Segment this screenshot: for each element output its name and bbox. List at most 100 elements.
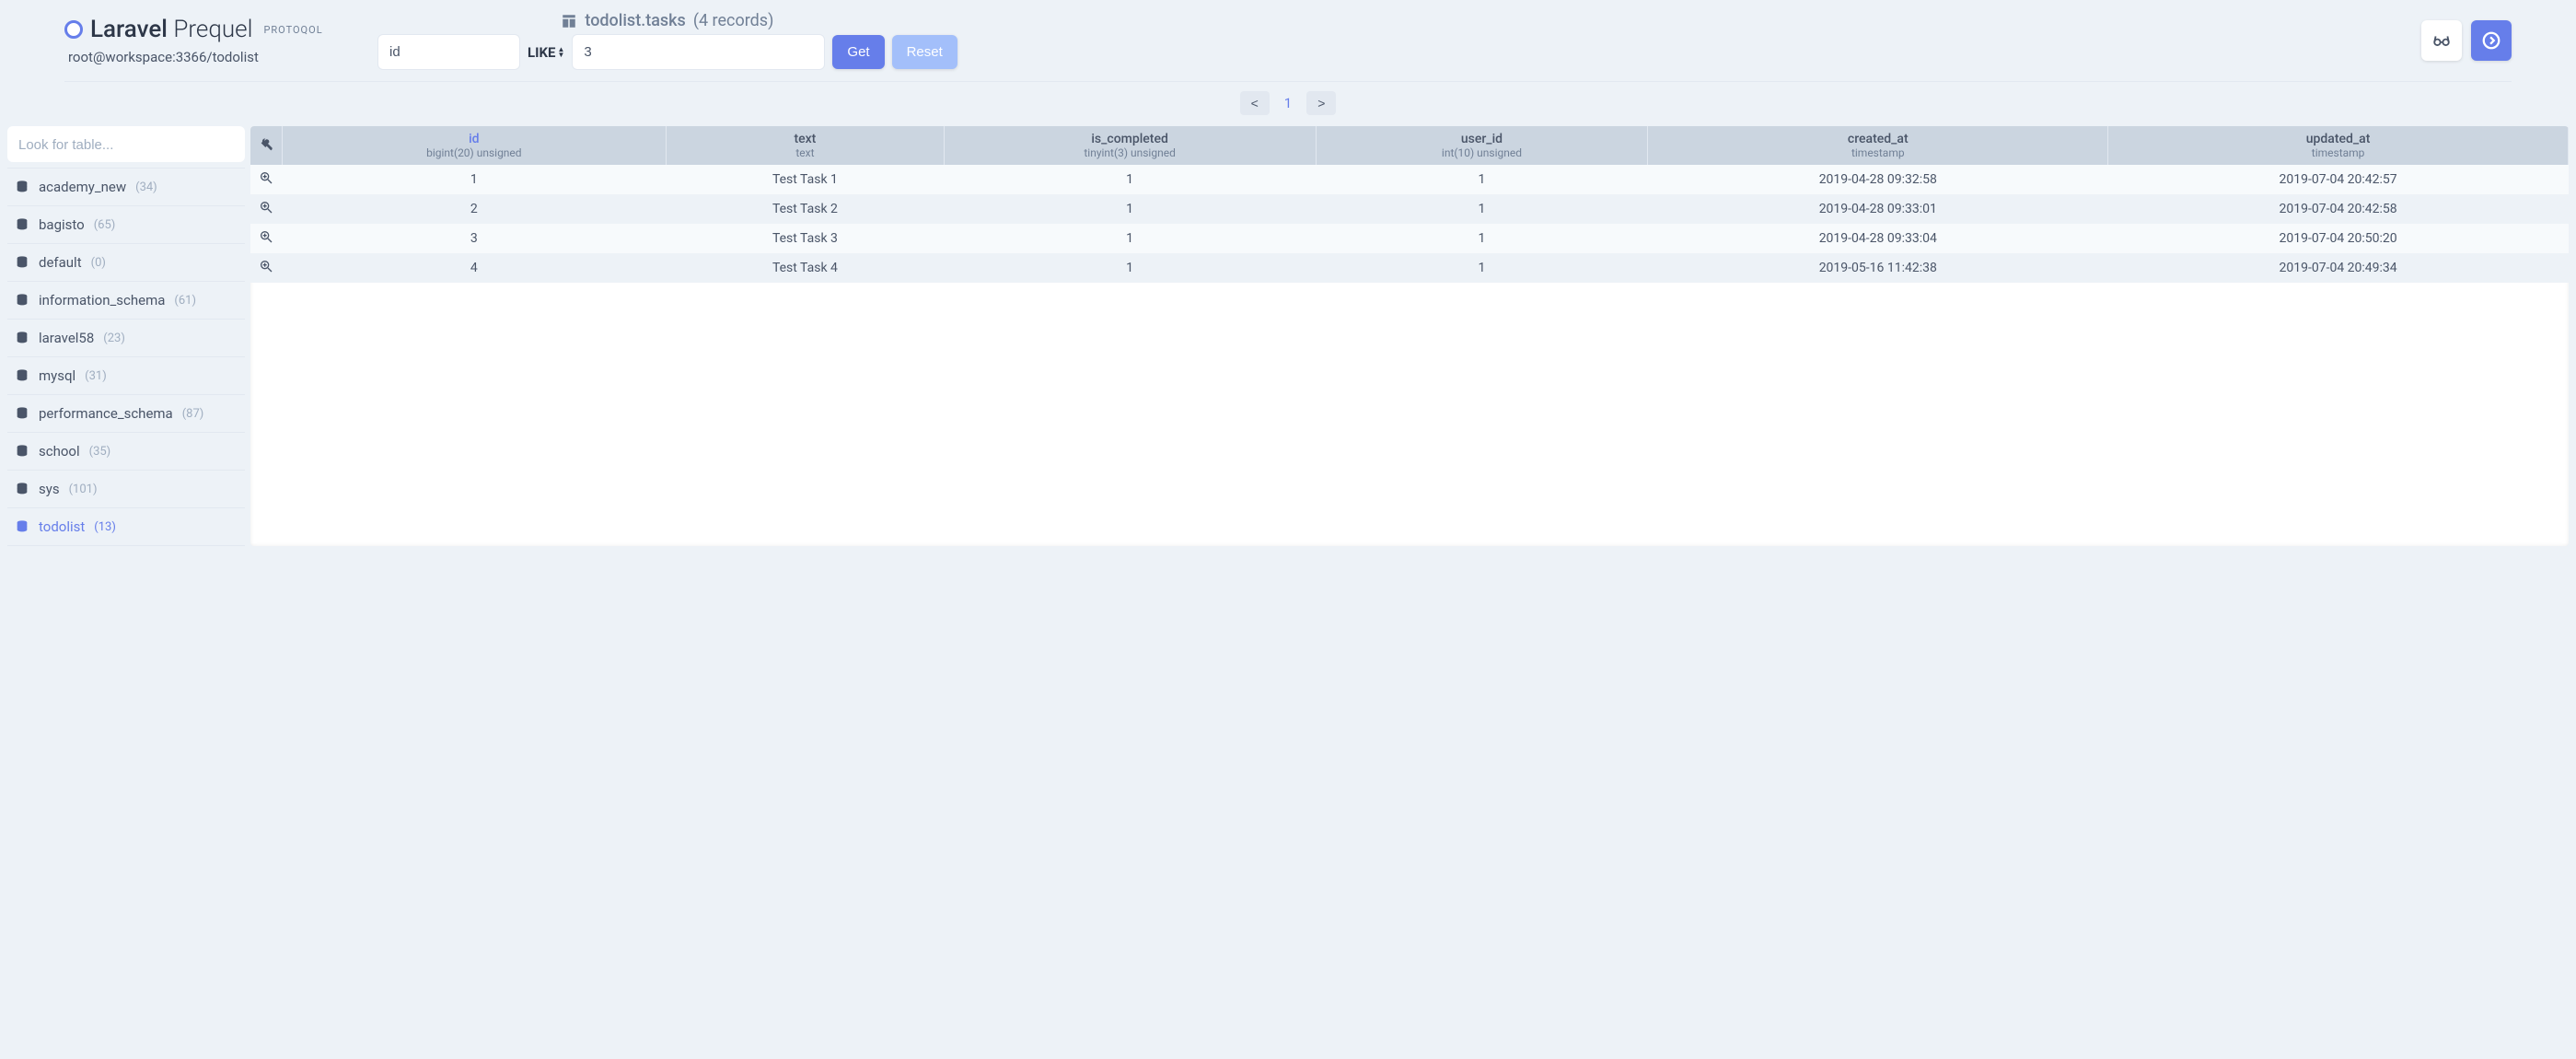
inspect-icon bbox=[259, 200, 273, 215]
sidebar-item-bagisto[interactable]: bagisto (65) bbox=[7, 206, 245, 244]
db-count: (87) bbox=[182, 407, 204, 421]
row-inspect-button[interactable] bbox=[250, 165, 282, 194]
cell-is_completed: 1 bbox=[944, 224, 1316, 253]
cell-updated_at: 2019-07-04 20:42:58 bbox=[2108, 194, 2569, 224]
db-count: (13) bbox=[94, 520, 116, 534]
reset-button[interactable]: Reset bbox=[892, 35, 957, 69]
row-inspect-button[interactable] bbox=[250, 194, 282, 224]
search-input[interactable] bbox=[18, 137, 234, 153]
run-button[interactable] bbox=[2471, 20, 2512, 61]
data-table: idbigint(20) unsignedtexttextis_complete… bbox=[250, 126, 2569, 283]
column-header-updated_at[interactable]: updated_attimestamp bbox=[2108, 126, 2569, 165]
cell-id: 2 bbox=[282, 194, 667, 224]
cell-user_id: 1 bbox=[1316, 165, 1648, 194]
table-row[interactable]: 3Test Task 3112019-04-28 09:33:042019-07… bbox=[250, 224, 2569, 253]
db-name: bagisto bbox=[39, 216, 85, 233]
database-icon bbox=[15, 217, 29, 232]
db-count: (31) bbox=[85, 369, 107, 383]
column-header-user_id[interactable]: user_idint(10) unsigned bbox=[1316, 126, 1648, 165]
sidebar-item-todolist[interactable]: todolist (13) bbox=[7, 508, 245, 546]
readonly-toggle-button[interactable] bbox=[2421, 20, 2462, 61]
table-header-row: idbigint(20) unsignedtexttextis_complete… bbox=[250, 126, 2569, 165]
cell-created_at: 2019-04-28 09:33:01 bbox=[1648, 194, 2108, 224]
inspect-icon bbox=[259, 259, 273, 273]
column-header-is_completed[interactable]: is_completedtinyint(3) unsigned bbox=[944, 126, 1316, 165]
page-number: 1 bbox=[1275, 91, 1301, 115]
db-name: default bbox=[39, 254, 82, 271]
cell-created_at: 2019-05-16 11:42:38 bbox=[1648, 253, 2108, 283]
db-count: (23) bbox=[103, 332, 125, 345]
cell-user_id: 1 bbox=[1316, 253, 1648, 283]
filter-row: LIKE ▲▼ Get Reset bbox=[377, 34, 957, 70]
cell-id: 4 bbox=[282, 253, 667, 283]
glasses-icon bbox=[2431, 30, 2452, 51]
chevron-right-circle-icon bbox=[2481, 30, 2501, 51]
tools-column-header bbox=[250, 126, 282, 165]
connection-string: root@workspace:3366/todolist bbox=[68, 49, 359, 65]
sidebar-item-mysql[interactable]: mysql (31) bbox=[7, 357, 245, 395]
row-inspect-button[interactable] bbox=[250, 224, 282, 253]
database-icon bbox=[15, 444, 29, 459]
inspect-icon bbox=[259, 229, 273, 244]
cell-id: 1 bbox=[282, 165, 667, 194]
db-name: mysql bbox=[39, 367, 75, 384]
column-header-id[interactable]: idbigint(20) unsigned bbox=[282, 126, 667, 165]
sidebar-item-performance_schema[interactable]: performance_schema (87) bbox=[7, 395, 245, 433]
table-title: todolist.tasks (4 records) bbox=[561, 11, 773, 30]
filter-value-input[interactable] bbox=[572, 34, 825, 70]
brand-title: Laravel Prequel bbox=[90, 16, 252, 43]
db-name: school bbox=[39, 443, 80, 460]
sidebar-item-academy_new[interactable]: academy_new (34) bbox=[7, 168, 245, 206]
record-count: (4 records) bbox=[693, 11, 774, 30]
database-icon bbox=[15, 368, 29, 383]
cell-is_completed: 1 bbox=[944, 194, 1316, 224]
sort-arrows-icon: ▲▼ bbox=[557, 47, 564, 58]
main: academy_new (34)bagisto (65)default (0)i… bbox=[0, 126, 2576, 546]
filter-column-input[interactable] bbox=[377, 34, 520, 70]
column-header-text[interactable]: texttext bbox=[667, 126, 945, 165]
brand-area: Laravel Prequel PROTOQOL root@workspace:… bbox=[64, 16, 359, 65]
database-icon bbox=[15, 180, 29, 194]
column-header-created_at[interactable]: created_attimestamp bbox=[1648, 126, 2108, 165]
cell-text: Test Task 2 bbox=[667, 194, 945, 224]
database-icon bbox=[15, 293, 29, 308]
table-body: 1Test Task 1112019-04-28 09:32:582019-07… bbox=[250, 165, 2569, 283]
table-row[interactable]: 2Test Task 2112019-04-28 09:33:012019-07… bbox=[250, 194, 2569, 224]
database-icon bbox=[15, 482, 29, 496]
cell-is_completed: 1 bbox=[944, 165, 1316, 194]
table-row[interactable]: 1Test Task 1112019-04-28 09:32:582019-07… bbox=[250, 165, 2569, 194]
header: Laravel Prequel PROTOQOL root@workspace:… bbox=[0, 0, 2576, 81]
cell-updated_at: 2019-07-04 20:49:34 bbox=[2108, 253, 2569, 283]
sidebar-item-school[interactable]: school (35) bbox=[7, 433, 245, 471]
sidebar-item-sys[interactable]: sys (101) bbox=[7, 471, 245, 508]
header-actions bbox=[2421, 20, 2512, 61]
database-icon bbox=[15, 406, 29, 421]
db-count: (35) bbox=[89, 445, 111, 459]
table-row[interactable]: 4Test Task 4112019-05-16 11:42:382019-07… bbox=[250, 253, 2569, 283]
cell-text: Test Task 3 bbox=[667, 224, 945, 253]
cell-text: Test Task 1 bbox=[667, 165, 945, 194]
tools-icon bbox=[259, 136, 273, 151]
cell-text: Test Task 4 bbox=[667, 253, 945, 283]
db-count: (61) bbox=[174, 294, 196, 308]
cell-id: 3 bbox=[282, 224, 667, 253]
next-page-button[interactable]: > bbox=[1306, 91, 1336, 115]
divider bbox=[64, 81, 2512, 82]
sidebar-item-laravel58[interactable]: laravel58 (23) bbox=[7, 320, 245, 357]
db-name: academy_new bbox=[39, 179, 126, 195]
inspect-icon bbox=[259, 170, 273, 185]
db-name: information_schema bbox=[39, 292, 165, 308]
db-count: (0) bbox=[91, 256, 106, 270]
sidebar: academy_new (34)bagisto (65)default (0)i… bbox=[7, 126, 245, 546]
sidebar-item-default[interactable]: default (0) bbox=[7, 244, 245, 282]
db-name: laravel58 bbox=[39, 330, 94, 346]
row-inspect-button[interactable] bbox=[250, 253, 282, 283]
prev-page-button[interactable]: < bbox=[1240, 91, 1270, 115]
db-name: performance_schema bbox=[39, 405, 173, 422]
database-list: academy_new (34)bagisto (65)default (0)i… bbox=[7, 168, 245, 546]
filter-operator[interactable]: LIKE ▲▼ bbox=[528, 44, 564, 61]
get-button[interactable]: Get bbox=[832, 35, 884, 69]
sidebar-item-information_schema[interactable]: information_schema (61) bbox=[7, 282, 245, 320]
db-count: (34) bbox=[135, 180, 157, 194]
cell-user_id: 1 bbox=[1316, 224, 1648, 253]
